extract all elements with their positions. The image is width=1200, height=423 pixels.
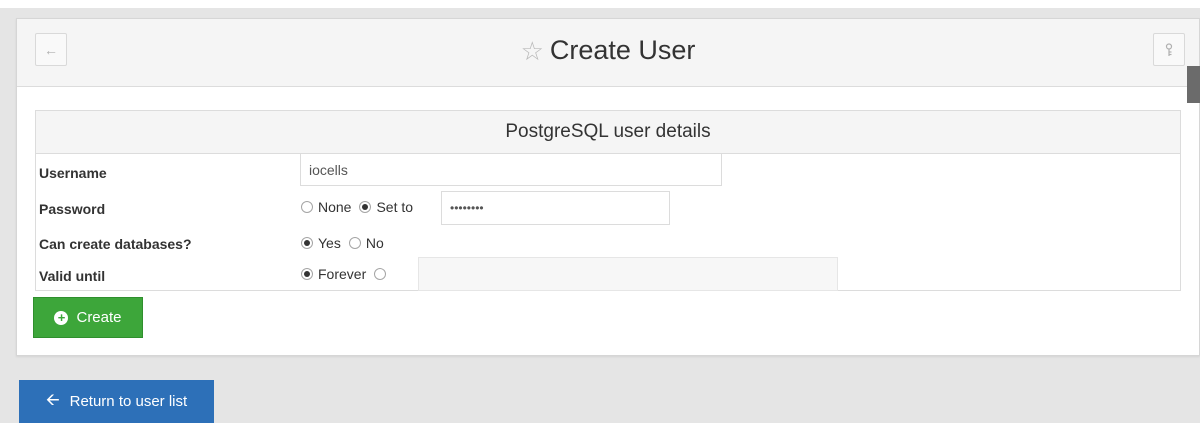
create-db-option-no[interactable]: No xyxy=(348,235,384,251)
panel-header: ← ☆ Create User xyxy=(17,19,1199,87)
key-button[interactable] xyxy=(1153,33,1185,66)
password-option-none[interactable]: None xyxy=(301,199,351,215)
username-row: Username xyxy=(36,153,1180,191)
valid-until-row: Valid until Forever xyxy=(36,257,1180,291)
create-db-option-label: Yes xyxy=(318,235,341,251)
username-label: Username xyxy=(39,165,107,181)
valid-until-options: Forever xyxy=(301,266,399,282)
valid-until-option-date[interactable] xyxy=(374,268,391,280)
radio-button[interactable] xyxy=(348,237,361,249)
create-button[interactable]: + Create xyxy=(33,297,143,338)
password-options: None Set to xyxy=(301,199,421,215)
create-user-panel: ← ☆ Create User PostgreSQL user details U… xyxy=(16,18,1200,356)
radio-button-selected[interactable] xyxy=(301,268,313,280)
password-option-label: None xyxy=(318,199,352,215)
plus-circle-icon: + xyxy=(54,310,69,325)
create-button-label: Create xyxy=(76,309,122,326)
password-input[interactable]: •••••••• xyxy=(441,191,670,225)
radio-button[interactable] xyxy=(374,268,387,280)
radio-button-selected[interactable] xyxy=(301,237,313,249)
create-db-option-label: No xyxy=(365,235,384,251)
password-label: Password xyxy=(39,201,106,217)
scrollbar-thumb[interactable] xyxy=(1187,66,1200,103)
password-option-label: Set to xyxy=(376,199,414,215)
star-outline-icon[interactable]: ☆ xyxy=(521,36,544,66)
password-row: Password None Set to •••••••• xyxy=(36,191,1180,225)
create-db-options: Yes No xyxy=(301,235,392,251)
valid-until-label: Valid until xyxy=(39,268,106,284)
valid-until-date-input[interactable] xyxy=(418,257,838,291)
page-title-text: Create User xyxy=(549,35,696,65)
user-details-section: PostgreSQL user details Username Passwor… xyxy=(35,110,1181,291)
arrow-left-icon: 🡨 xyxy=(45,390,60,409)
page-title: ☆ Create User xyxy=(17,35,1199,67)
create-db-option-yes[interactable]: Yes xyxy=(301,235,341,251)
top-strip xyxy=(0,0,1200,8)
create-db-row: Can create databases? Yes No xyxy=(36,227,1180,257)
key-icon xyxy=(1165,42,1173,56)
return-button-label: Return to user list xyxy=(69,393,188,410)
username-input[interactable] xyxy=(300,153,722,186)
return-to-user-list-button[interactable]: 🡨 Return to user list xyxy=(19,380,214,423)
create-db-label: Can create databases? xyxy=(39,236,192,252)
valid-until-option-label: Forever xyxy=(318,266,367,282)
radio-button[interactable] xyxy=(301,201,313,213)
radio-button-selected[interactable] xyxy=(359,201,372,213)
valid-until-option-forever[interactable]: Forever xyxy=(301,266,366,282)
password-option-set[interactable]: Set to xyxy=(359,199,413,215)
section-title: PostgreSQL user details xyxy=(36,111,1180,154)
